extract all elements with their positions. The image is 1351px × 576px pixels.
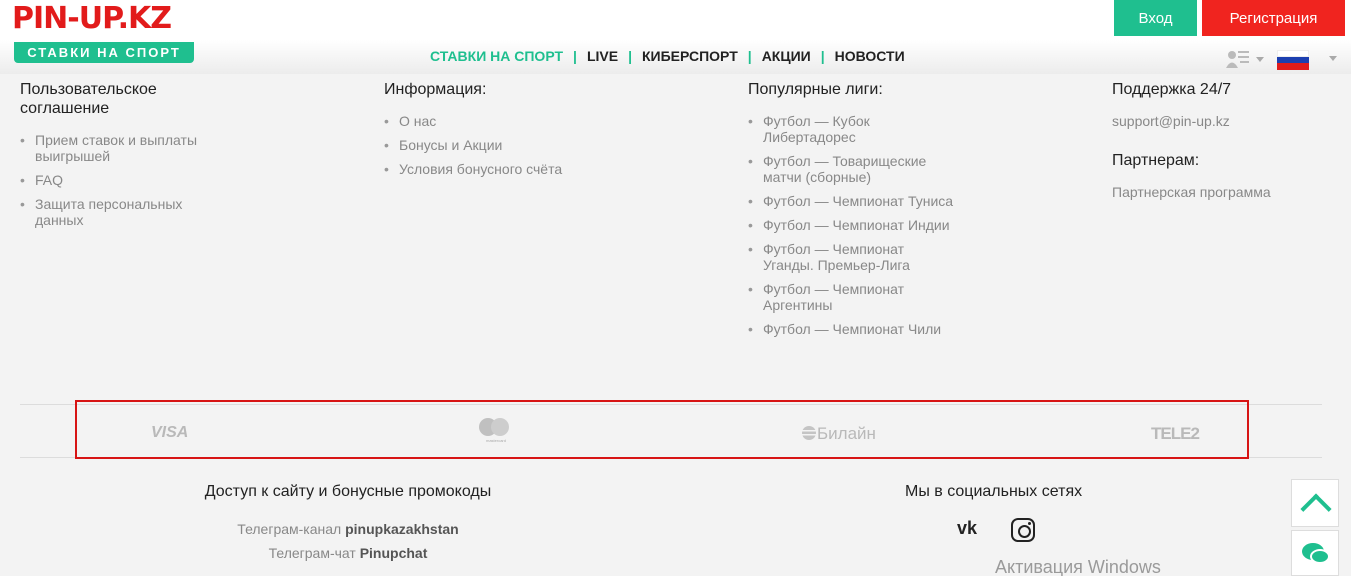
col-title: Популярные лиги: bbox=[748, 81, 883, 98]
nav-sports[interactable]: СТАВКИ НА СПОРТ bbox=[420, 48, 573, 64]
social-networks: Мы в социальных сетях vk bbox=[905, 483, 1083, 542]
support-email[interactable]: support@pin-up.kz bbox=[1112, 113, 1312, 129]
beeline-logo: Билайн bbox=[801, 424, 876, 444]
telegram-channel-prefix: Телеграм-канал bbox=[237, 521, 342, 537]
list-item[interactable]: FAQ bbox=[20, 172, 230, 188]
vk-icon[interactable]: vk bbox=[957, 518, 977, 539]
list-item[interactable]: О нас bbox=[384, 113, 604, 129]
mastercard-label: mastercard bbox=[485, 438, 506, 443]
partners-link[interactable]: Партнерская программа bbox=[1112, 184, 1312, 200]
user-menu[interactable] bbox=[1226, 48, 1264, 70]
telegram-chat-prefix: Телеграм-чат bbox=[268, 545, 356, 561]
footer-col-leagues: Популярные лиги: Футбол — Кубок Либертад… bbox=[748, 80, 958, 345]
col-title: Информация: bbox=[384, 81, 487, 98]
visa-logo: VISA bbox=[151, 424, 189, 441]
col-title: Поддержка 24/7 bbox=[1112, 81, 1232, 98]
beeline-icon bbox=[801, 426, 817, 440]
telegram-channel-name[interactable]: pinupkazakhstan bbox=[345, 521, 459, 537]
russia-flag-icon[interactable] bbox=[1277, 50, 1309, 70]
logo-main: PIN-UP bbox=[12, 1, 119, 36]
scroll-up-icon[interactable] bbox=[1291, 479, 1339, 527]
user-list-icon bbox=[1226, 51, 1249, 68]
logo-subtitle: СТАВКИ НА СПОРТ bbox=[14, 42, 194, 63]
instagram-icon[interactable] bbox=[1011, 518, 1035, 542]
site-access: Доступ к сайту и бонусные промокоды Теле… bbox=[198, 483, 498, 565]
logo-tld: .KZ bbox=[117, 1, 172, 36]
chevron-down-icon bbox=[1256, 56, 1264, 62]
list-item[interactable]: Футбол — Чемпионат Чили bbox=[748, 321, 958, 337]
list-item[interactable]: Условия бонусного счёта bbox=[384, 161, 604, 177]
col-title[interactable]: Пользовательское соглашение bbox=[20, 80, 230, 118]
list-item[interactable]: Бонусы и Акции bbox=[384, 137, 604, 153]
telegram-chat[interactable]: Телеграм-чат Pinupchat bbox=[198, 541, 498, 565]
tele2-logo: TELE2 bbox=[1151, 424, 1200, 443]
telegram-chat-name[interactable]: Pinupchat bbox=[360, 545, 428, 561]
site-header: PIN-UP.KZ СТАВКИ НА СПОРТ СТАВКИ НА СПОР… bbox=[0, 0, 1351, 74]
partners-title: Партнерам: bbox=[1112, 152, 1200, 169]
nav-live[interactable]: LIVE bbox=[577, 48, 628, 64]
list-item[interactable]: Футбол — Чемпионат Аргентины bbox=[748, 281, 958, 313]
list-item[interactable]: Футбол — Чемпионат Уганды. Премьер-Лига bbox=[748, 241, 958, 273]
telegram-channel[interactable]: Телеграм-канал pinupkazakhstan bbox=[198, 517, 498, 541]
mastercard-icon: mastercard bbox=[479, 418, 513, 444]
list-item[interactable]: Футбол — Чемпионат Индии bbox=[748, 217, 958, 233]
list-item[interactable]: Футбол — Товарищеские матчи (сборные) bbox=[748, 153, 958, 185]
login-button[interactable]: Вход bbox=[1114, 0, 1197, 36]
nav-promos[interactable]: АКЦИИ bbox=[752, 48, 821, 64]
site-logo[interactable]: PIN-UP.KZ СТАВКИ НА СПОРТ bbox=[12, 2, 194, 64]
list-item[interactable]: Футбол — Кубок Либертадорес bbox=[748, 113, 958, 145]
list-item[interactable]: Прием ставок и выплаты выигрышей bbox=[20, 132, 230, 164]
social-title: Мы в социальных сетях bbox=[905, 483, 1083, 500]
register-button[interactable]: Регистрация bbox=[1202, 0, 1345, 36]
chevron-down-icon[interactable] bbox=[1329, 56, 1337, 61]
nav-esports[interactable]: КИБЕРСПОРТ bbox=[632, 48, 748, 64]
nav-news[interactable]: НОВОСТИ bbox=[825, 48, 915, 64]
main-nav: СТАВКИ НА СПОРТ | LIVE | КИБЕРСПОРТ | АК… bbox=[420, 48, 915, 64]
list-item[interactable]: Защита персональных данных bbox=[20, 196, 230, 228]
footer-col-agreement: Пользовательское соглашение Прием ставок… bbox=[20, 80, 230, 236]
beeline-label: Билайн bbox=[817, 424, 876, 443]
footer-col-info: Информация: О нас Бонусы и Акции Условия… bbox=[384, 80, 604, 185]
access-title: Доступ к сайту и бонусные промокоды bbox=[204, 483, 492, 500]
windows-activation-watermark: Активация Windows bbox=[995, 557, 1161, 576]
footer-col-support: Поддержка 24/7 support@pin-up.kz Партнер… bbox=[1112, 80, 1312, 200]
logo-text: PIN-UP.KZ bbox=[12, 1, 172, 36]
payment-methods: VISA mastercard Билайн TELE2 bbox=[75, 400, 1249, 459]
list-item[interactable]: Футбол — Чемпионат Туниса bbox=[748, 193, 958, 209]
chat-icon[interactable] bbox=[1291, 530, 1339, 576]
